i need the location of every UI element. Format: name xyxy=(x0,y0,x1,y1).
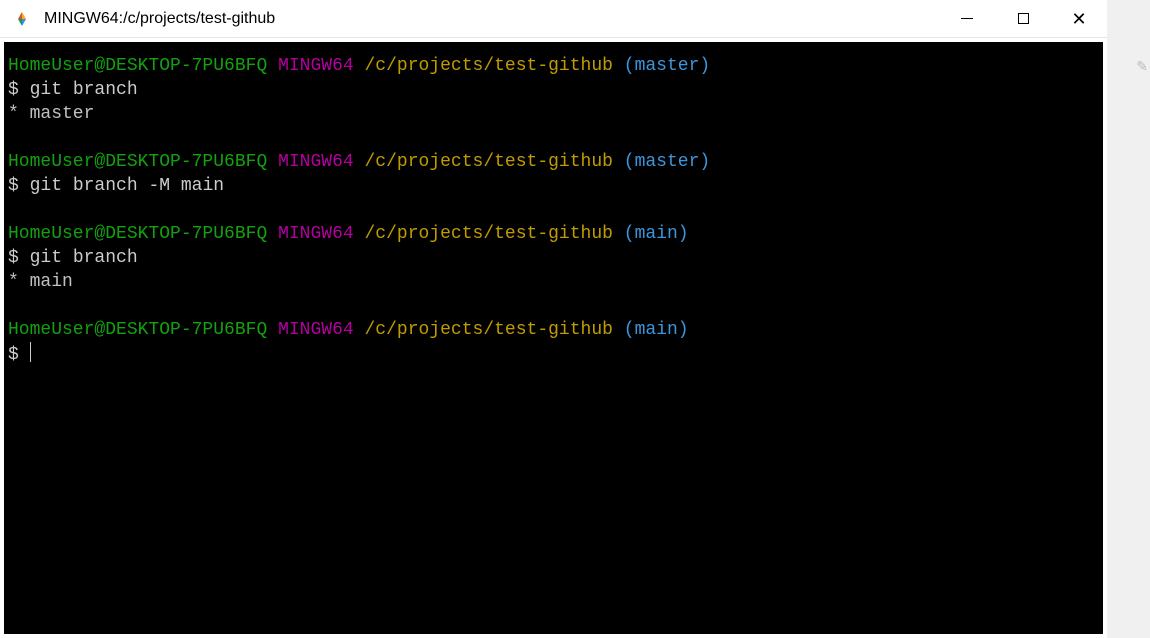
prompt-sys: MINGW64 xyxy=(278,152,354,172)
prompt-path: /c/projects/test-github xyxy=(365,152,613,172)
close-icon: ✕ xyxy=(1071,10,1086,28)
blank-line xyxy=(8,198,1099,222)
prompt-path: /c/projects/test-github xyxy=(365,320,613,340)
maximize-icon xyxy=(1018,13,1029,24)
prompt-dollar: $ xyxy=(8,176,19,196)
maximize-button[interactable] xyxy=(995,0,1051,37)
edit-indicator-icon: ✎ xyxy=(1136,58,1148,75)
command-text: git branch -M main xyxy=(30,176,224,196)
prompt-dollar: $ xyxy=(8,248,19,268)
command-line: $ git branch xyxy=(8,78,1099,102)
prompt-line: HomeUser@DESKTOP-7PU6BFQ MINGW64 /c/proj… xyxy=(8,222,1099,246)
prompt-branch: (main) xyxy=(624,320,689,340)
command-text: git branch xyxy=(30,80,138,100)
prompt-sys: MINGW64 xyxy=(278,320,354,340)
output-line: * master xyxy=(8,102,1099,126)
prompt-user-host: HomeUser@DESKTOP-7PU6BFQ xyxy=(8,152,267,172)
git-bash-icon xyxy=(14,11,30,27)
cursor-icon xyxy=(30,342,32,362)
prompt-path: /c/projects/test-github xyxy=(365,224,613,244)
command-text: git branch xyxy=(30,248,138,268)
output-line: * main xyxy=(8,270,1099,294)
prompt-user-host: HomeUser@DESKTOP-7PU6BFQ xyxy=(8,320,267,340)
prompt-sys: MINGW64 xyxy=(278,224,354,244)
terminal[interactable]: HomeUser@DESKTOP-7PU6BFQ MINGW64 /c/proj… xyxy=(4,42,1103,634)
prompt-dollar: $ xyxy=(8,345,19,365)
prompt-dollar: $ xyxy=(8,80,19,100)
minimize-icon xyxy=(961,18,973,19)
prompt-path: /c/projects/test-github xyxy=(365,56,613,76)
prompt-branch: (master) xyxy=(624,56,710,76)
prompt-line: HomeUser@DESKTOP-7PU6BFQ MINGW64 /c/proj… xyxy=(8,54,1099,78)
command-line: $ git branch -M main xyxy=(8,174,1099,198)
prompt-user-host: HomeUser@DESKTOP-7PU6BFQ xyxy=(8,224,267,244)
prompt-user-host: HomeUser@DESKTOP-7PU6BFQ xyxy=(8,56,267,76)
command-line: $ git branch xyxy=(8,246,1099,270)
prompt-line: HomeUser@DESKTOP-7PU6BFQ MINGW64 /c/proj… xyxy=(8,318,1099,342)
window-title: MINGW64:/c/projects/test-github xyxy=(44,10,939,28)
minimize-button[interactable] xyxy=(939,0,995,37)
close-button[interactable]: ✕ xyxy=(1051,0,1107,37)
blank-line xyxy=(8,294,1099,318)
titlebar[interactable]: MINGW64:/c/projects/test-github ✕ xyxy=(0,0,1107,38)
current-input-line[interactable]: $ xyxy=(8,342,1099,367)
prompt-branch: (main) xyxy=(624,224,689,244)
blank-line xyxy=(8,126,1099,150)
prompt-branch: (master) xyxy=(624,152,710,172)
prompt-line: HomeUser@DESKTOP-7PU6BFQ MINGW64 /c/proj… xyxy=(8,150,1099,174)
app-window: MINGW64:/c/projects/test-github ✕ HomeUs… xyxy=(0,0,1107,638)
window-controls: ✕ xyxy=(939,0,1107,37)
prompt-sys: MINGW64 xyxy=(278,56,354,76)
